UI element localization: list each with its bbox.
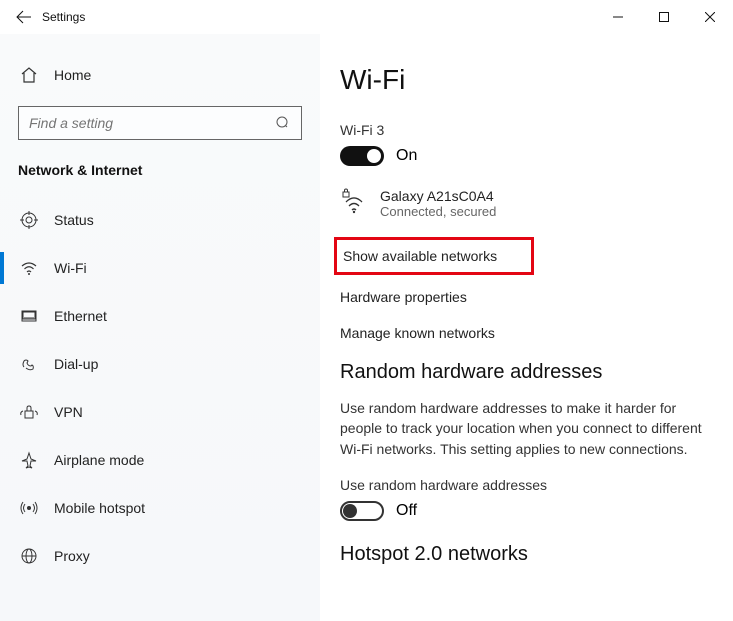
wifi-icon bbox=[18, 259, 40, 277]
connected-network[interactable]: Galaxy A21sC0A4 Connected, secured bbox=[340, 188, 703, 219]
sidebar-item-label: Dial-up bbox=[54, 356, 98, 372]
adapter-name: Wi-Fi 3 bbox=[340, 122, 703, 138]
content-pane: Wi-Fi Wi-Fi 3 On Galaxy A21sC0A4 Connect… bbox=[320, 34, 733, 621]
sidebar-item-dialup[interactable]: Dial-up bbox=[0, 340, 320, 388]
proxy-icon bbox=[18, 547, 40, 565]
sidebar-item-vpn[interactable]: VPN bbox=[0, 388, 320, 436]
sidebar-item-label: Status bbox=[54, 212, 94, 228]
wifi-secured-icon bbox=[340, 188, 372, 216]
sidebar-home[interactable]: Home bbox=[0, 60, 320, 90]
sidebar-item-label: Proxy bbox=[54, 548, 90, 564]
sidebar: Home Network & Internet Status Wi-Fi Eth… bbox=[0, 34, 320, 621]
random-hw-heading: Random hardware addresses bbox=[340, 361, 703, 384]
hotspot-icon bbox=[18, 499, 40, 517]
network-status: Connected, secured bbox=[380, 204, 496, 219]
wifi-toggle[interactable] bbox=[340, 146, 384, 166]
random-hw-toggle[interactable] bbox=[340, 501, 384, 521]
random-hw-toggle-label: Use random hardware addresses bbox=[340, 477, 703, 493]
maximize-icon bbox=[659, 12, 669, 22]
page-title: Wi-Fi bbox=[340, 64, 703, 96]
titlebar: Settings bbox=[0, 0, 733, 34]
home-icon bbox=[18, 66, 40, 84]
close-icon bbox=[705, 12, 715, 22]
vpn-icon bbox=[18, 403, 40, 421]
minimize-button[interactable] bbox=[595, 0, 641, 34]
link-hardware-properties[interactable]: Hardware properties bbox=[340, 289, 703, 305]
window-title: Settings bbox=[42, 10, 85, 24]
wifi-toggle-label: On bbox=[396, 147, 417, 165]
sidebar-section-title: Network & Internet bbox=[0, 162, 320, 196]
sidebar-item-label: Ethernet bbox=[54, 308, 107, 324]
link-show-available-networks[interactable]: Show available networks bbox=[334, 237, 534, 275]
network-name: Galaxy A21sC0A4 bbox=[380, 188, 496, 204]
sidebar-item-wifi[interactable]: Wi-Fi bbox=[0, 244, 320, 292]
random-hw-toggle-row: Off bbox=[340, 501, 703, 521]
sidebar-item-label: Mobile hotspot bbox=[54, 500, 145, 516]
sidebar-item-proxy[interactable]: Proxy bbox=[0, 532, 320, 580]
arrow-left-icon bbox=[16, 9, 32, 25]
airplane-icon bbox=[18, 451, 40, 469]
status-icon bbox=[18, 211, 40, 229]
random-hw-toggle-state: Off bbox=[396, 502, 417, 520]
search-box[interactable] bbox=[18, 106, 302, 140]
window-controls bbox=[595, 0, 733, 34]
sidebar-item-airplane[interactable]: Airplane mode bbox=[0, 436, 320, 484]
back-button[interactable] bbox=[10, 3, 38, 31]
minimize-icon bbox=[613, 12, 623, 22]
hotspot-heading: Hotspot 2.0 networks bbox=[340, 543, 703, 566]
maximize-button[interactable] bbox=[641, 0, 687, 34]
search-icon bbox=[275, 115, 291, 131]
sidebar-item-status[interactable]: Status bbox=[0, 196, 320, 244]
sidebar-item-label: Wi-Fi bbox=[54, 260, 87, 276]
sidebar-item-label: Airplane mode bbox=[54, 452, 144, 468]
wifi-toggle-row: On bbox=[340, 146, 703, 166]
search-input[interactable] bbox=[29, 115, 275, 131]
sidebar-home-label: Home bbox=[54, 67, 91, 83]
random-hw-description: Use random hardware addresses to make it… bbox=[340, 398, 703, 459]
sidebar-item-ethernet[interactable]: Ethernet bbox=[0, 292, 320, 340]
ethernet-icon bbox=[18, 307, 40, 325]
dialup-icon bbox=[18, 355, 40, 373]
link-manage-known-networks[interactable]: Manage known networks bbox=[340, 325, 703, 341]
sidebar-item-label: VPN bbox=[54, 404, 83, 420]
close-button[interactable] bbox=[687, 0, 733, 34]
sidebar-item-hotspot[interactable]: Mobile hotspot bbox=[0, 484, 320, 532]
